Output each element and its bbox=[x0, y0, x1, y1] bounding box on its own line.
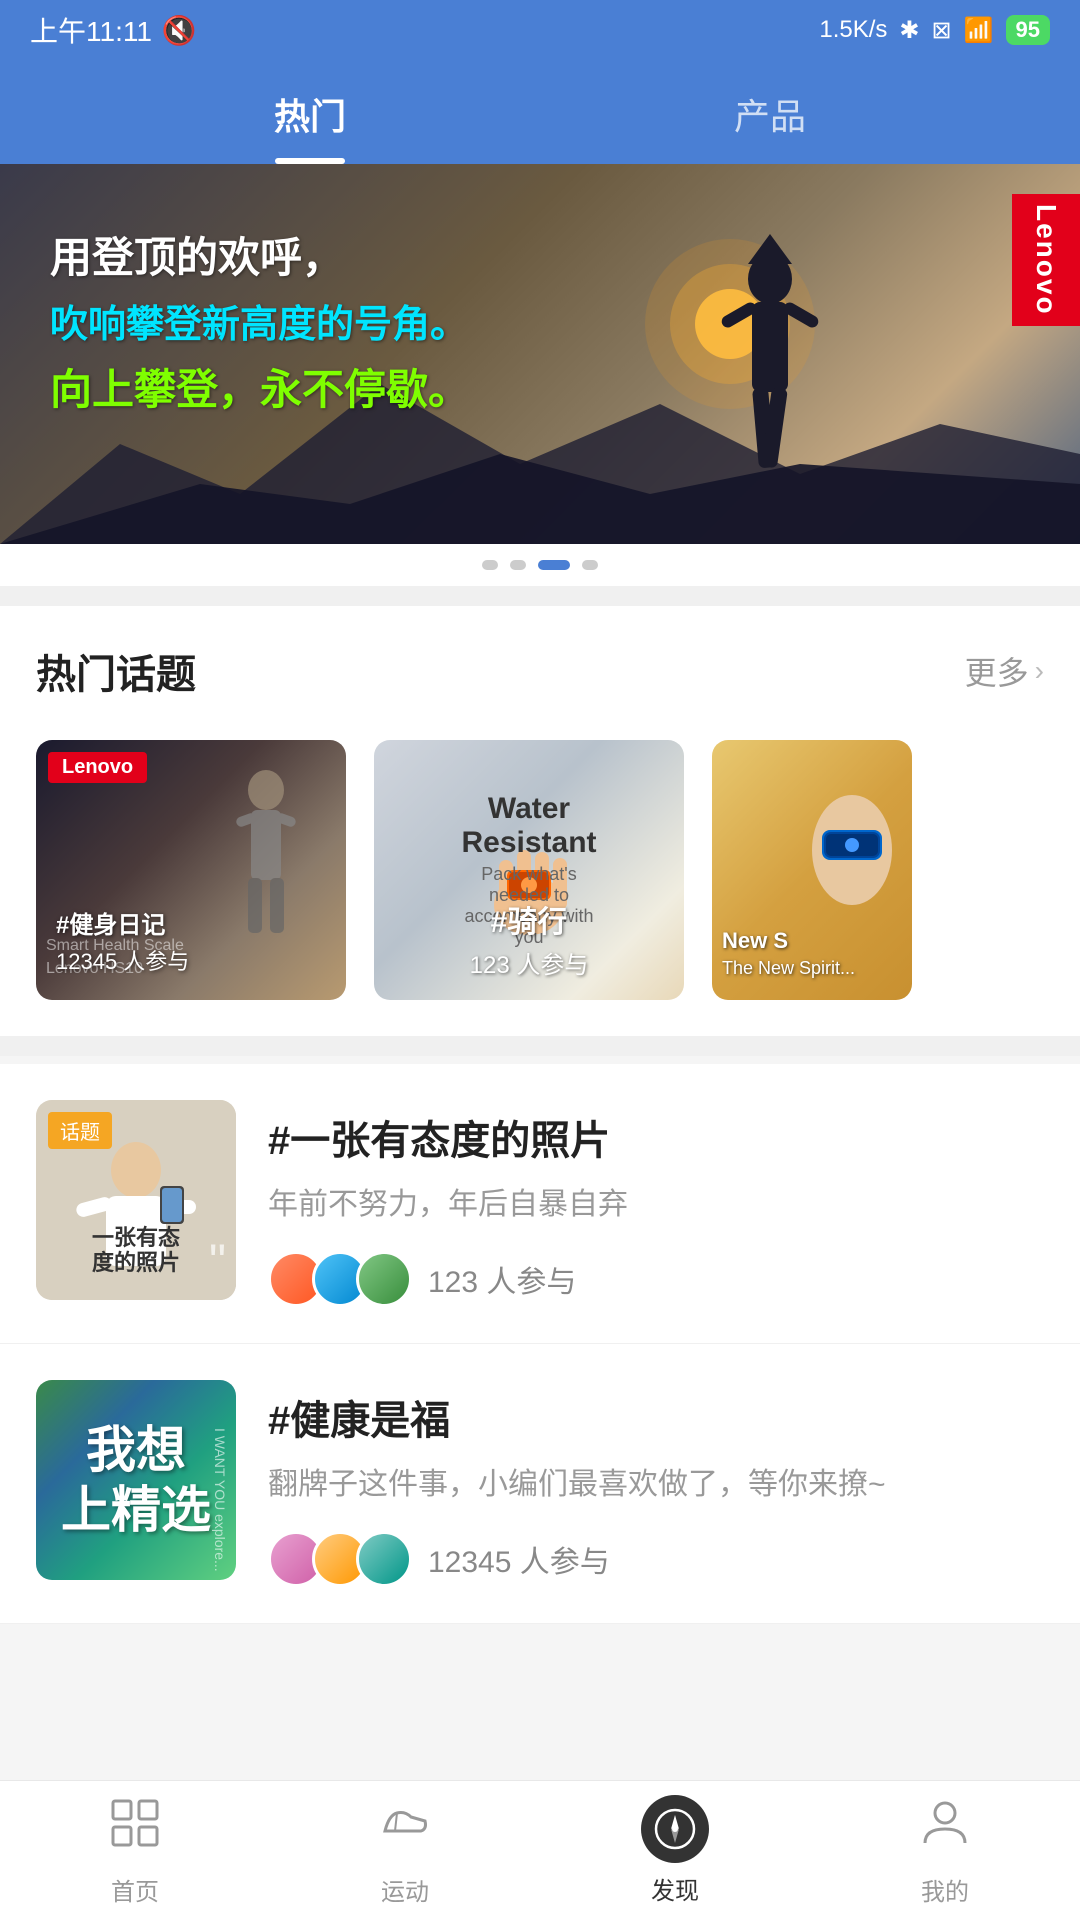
thumb-2: 我想上精选 I WANT YOU explore... bbox=[36, 1380, 236, 1580]
topic-desc-1: 年前不努力，年后自暴自弃 bbox=[268, 1182, 1044, 1227]
home-icon bbox=[107, 1795, 163, 1864]
nav-label-discover: 发现 bbox=[651, 1871, 699, 1906]
topic-card-new[interactable]: New SThe New Spirit... bbox=[712, 740, 912, 1000]
tab-hot[interactable]: 热门 bbox=[80, 60, 540, 164]
topic-card-cycling[interactable]: Water Resistant Pack what's needed to ac… bbox=[374, 740, 684, 1000]
nav-label-mine: 我的 bbox=[921, 1872, 969, 1907]
discover-icon bbox=[641, 1795, 709, 1863]
card2-tag: #骑行 bbox=[470, 897, 589, 941]
list-item-2[interactable]: 我想上精选 I WANT YOU explore... #健康是福 翻牌子这件事… bbox=[0, 1344, 1080, 1624]
topic-desc-2: 翻牌子这件事，小编们最喜欢做了，等你来撩~ bbox=[268, 1462, 1044, 1507]
avatar-3 bbox=[356, 1251, 412, 1307]
thumb-1: 话题 一张有态 度的照片 " bbox=[36, 1100, 236, 1300]
topic-info-1: #一张有态度的照片 年前不努力，年后自暴自弃 123 人参与 bbox=[268, 1100, 1044, 1307]
top-nav: 热门 产品 bbox=[0, 60, 1080, 164]
svg-text:一张有态: 一张有态 bbox=[92, 1225, 180, 1250]
banner-line1: 用登顶的欢呼， bbox=[50, 224, 470, 285]
bottom-padding bbox=[0, 1624, 1080, 1784]
fitness-person-icon bbox=[206, 760, 326, 960]
card1-overlay: #健身日记 12345 人参与 bbox=[56, 905, 189, 976]
nav-item-home[interactable]: 首页 bbox=[0, 1795, 270, 1907]
topic-meta-1: 123 人参与 bbox=[268, 1251, 1044, 1307]
card3-new-text: New SThe New Spirit... bbox=[722, 928, 855, 980]
wristband-icon bbox=[772, 780, 912, 920]
nav-item-discover[interactable]: 发现 bbox=[540, 1795, 810, 1906]
divider-2 bbox=[0, 1036, 1080, 1056]
avatar-6 bbox=[356, 1531, 412, 1587]
svg-text:度的照片: 度的照片 bbox=[92, 1250, 180, 1275]
message-icon: ⊠ bbox=[932, 16, 952, 45]
status-right: 1.5K/s ✱ ⊠ 📶 95 bbox=[819, 15, 1050, 45]
nav-item-mine[interactable]: 我的 bbox=[810, 1795, 1080, 1907]
person-silhouette bbox=[680, 224, 860, 544]
battery-display: 95 bbox=[1006, 15, 1050, 45]
card-lenovo-badge: Lenovo bbox=[48, 752, 147, 783]
network-speed: 1.5K/s bbox=[819, 16, 887, 44]
banner-line3: 向上攀登，永不停歇。 bbox=[50, 356, 470, 417]
chevron-right-icon: › bbox=[1035, 655, 1044, 687]
bluetooth-icon: ✱ bbox=[899, 16, 919, 45]
nav-item-sport[interactable]: 运动 bbox=[270, 1795, 540, 1907]
topic-info-2: #健康是福 翻牌子这件事，小编们最喜欢做了，等你来撩~ 12345 人参与 bbox=[268, 1380, 1044, 1587]
horizontal-topic-scroll[interactable]: Lenovo Smart Health ScaleLenovo HS10 #健身… bbox=[0, 720, 1080, 1036]
nav-label-home: 首页 bbox=[111, 1872, 159, 1907]
dot-3 bbox=[538, 560, 570, 570]
thumb-2-sub-text: I WANT YOU explore... bbox=[212, 1428, 228, 1572]
water-title: Water Resistant bbox=[452, 792, 607, 860]
hot-topics-title: 热门话题 bbox=[36, 642, 196, 700]
dot-4 bbox=[582, 560, 598, 570]
signal-icon: 🔇 bbox=[162, 14, 197, 47]
time-display: 上午11:11 bbox=[30, 10, 152, 50]
nav-label-sport: 运动 bbox=[381, 1872, 429, 1907]
status-bar: 上午11:11 🔇 1.5K/s ✱ ⊠ 📶 95 bbox=[0, 0, 1080, 60]
status-left: 上午11:11 🔇 bbox=[30, 10, 197, 50]
tab-product[interactable]: 产品 bbox=[540, 60, 1000, 164]
participant-count-1: 123 人参与 bbox=[428, 1257, 576, 1301]
sport-icon bbox=[377, 1795, 433, 1864]
quote-icon: " bbox=[209, 1235, 226, 1290]
banner-container: 用登顶的欢呼， 吹响攀登新高度的号角。 向上攀登，永不停歇。 Lenovo bbox=[0, 164, 1080, 586]
card2-bottom: #骑行 123 人参与 bbox=[470, 897, 589, 980]
topic-card-fitness[interactable]: Lenovo Smart Health ScaleLenovo HS10 #健身… bbox=[36, 740, 346, 1000]
avatar-group-2 bbox=[268, 1531, 412, 1587]
avatar-group-1 bbox=[268, 1251, 412, 1307]
bottom-nav: 首页 运动 发现 bbox=[0, 1780, 1080, 1920]
more-button[interactable]: 更多 › bbox=[965, 648, 1044, 694]
topic-list: 话题 一张有态 度的照片 " #一张有态度的照片 年前不努力，年后自暴自 bbox=[0, 1064, 1080, 1624]
mine-icon bbox=[917, 1795, 973, 1864]
dot-1 bbox=[482, 560, 498, 570]
thumb-topic-label: 话题 bbox=[48, 1112, 112, 1149]
banner-text: 用登顶的欢呼， 吹响攀登新高度的号角。 向上攀登，永不停歇。 bbox=[50, 224, 470, 417]
banner[interactable]: 用登顶的欢呼， 吹响攀登新高度的号角。 向上攀登，永不停歇。 Lenovo bbox=[0, 164, 1080, 544]
wifi-icon: 📶 bbox=[964, 16, 994, 45]
banner-line2: 吹响攀登新高度的号角。 bbox=[50, 293, 470, 348]
topic-title-1: #一张有态度的照片 bbox=[268, 1108, 1044, 1166]
participant-count-2: 12345 人参与 bbox=[428, 1537, 610, 1581]
divider-1 bbox=[0, 586, 1080, 606]
card1-count: 12345 人参与 bbox=[56, 944, 189, 976]
dot-2 bbox=[510, 560, 526, 570]
topic-title-2: #健康是福 bbox=[268, 1388, 1044, 1446]
thumb-2-main-text: 我想上精选 bbox=[61, 1420, 211, 1540]
topic-meta-2: 12345 人参与 bbox=[268, 1531, 1044, 1587]
hot-topics-header: 热门话题 更多 › bbox=[0, 606, 1080, 720]
list-item-1[interactable]: 话题 一张有态 度的照片 " #一张有态度的照片 年前不努力，年后自暴自 bbox=[0, 1064, 1080, 1344]
card1-tag: #健身日记 bbox=[56, 905, 189, 940]
banner-dots bbox=[0, 544, 1080, 586]
card2-count: 123 人参与 bbox=[470, 945, 589, 980]
lenovo-brand-badge: Lenovo bbox=[1012, 194, 1080, 326]
